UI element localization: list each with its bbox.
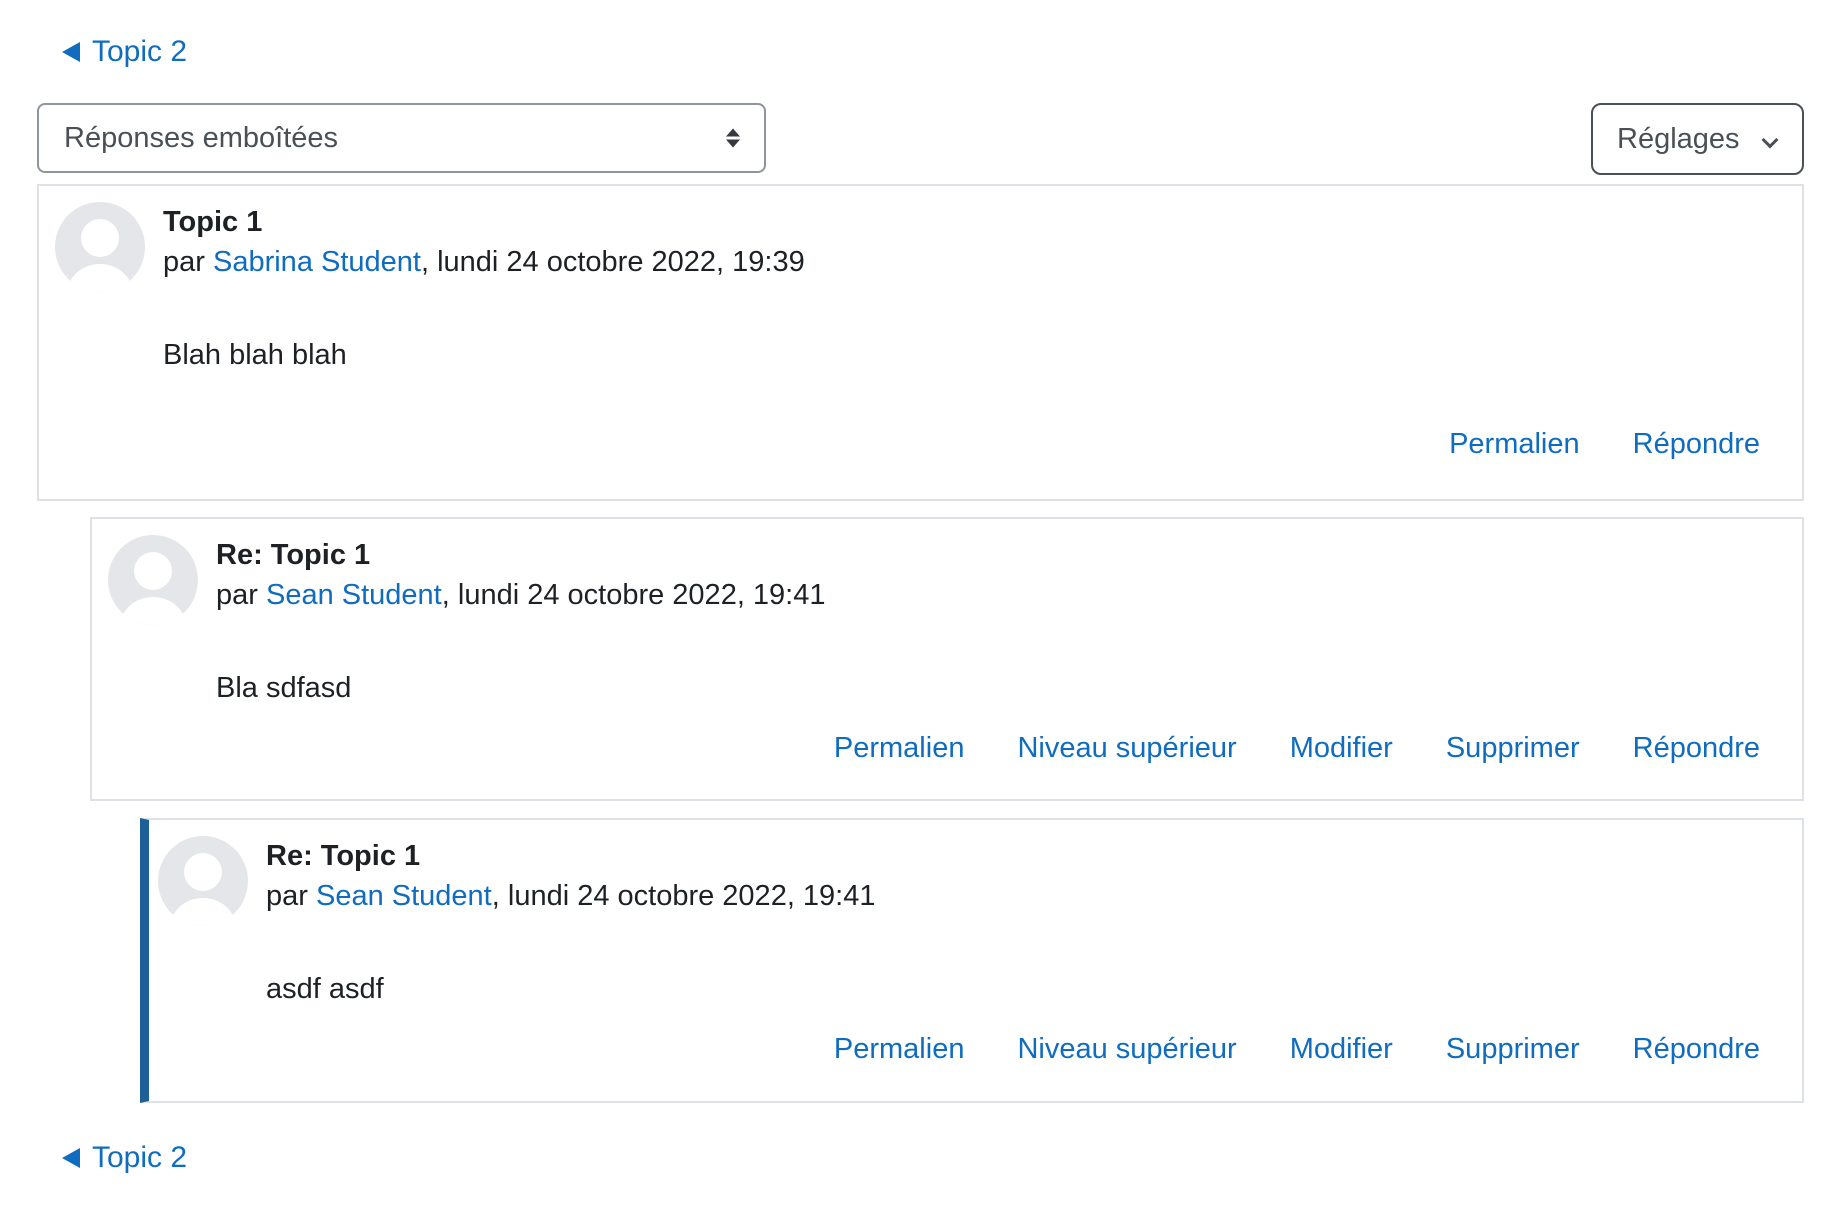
post-date: lundi 24 octobre 2022, 19:41 <box>507 880 876 912</box>
parent-link[interactable]: Niveau supérieur <box>1017 732 1236 765</box>
avatar[interactable] <box>158 836 248 926</box>
prev-discussion-label: Topic 2 <box>92 1141 188 1174</box>
forum-post: Re: Topic 1 par Sean Student, lundi 24 o… <box>90 517 1804 801</box>
triangle-left-icon <box>62 1148 80 1168</box>
display-mode-select[interactable]: Réponses emboîtées <box>37 103 766 173</box>
prev-discussion-label: Topic 2 <box>92 35 188 68</box>
select-arrows-icon <box>726 128 740 148</box>
byline-separator: , <box>491 880 508 912</box>
reply-link[interactable]: Répondre <box>1633 1033 1760 1066</box>
post-date: lundi 24 octobre 2022, 19:41 <box>457 579 826 611</box>
author-link[interactable]: Sean Student <box>316 880 492 912</box>
author-link[interactable]: Sean Student <box>266 579 442 611</box>
forum-post-highlighted: Re: Topic 1 par Sean Student, lundi 24 o… <box>140 818 1804 1103</box>
post-subject: Topic 1 <box>163 206 263 238</box>
byline-prefix: par <box>216 579 266 611</box>
post-actions: Permalien Niveau supérieur Modifier Supp… <box>834 1033 1760 1066</box>
avatar[interactable] <box>108 535 198 625</box>
forum-post: Topic 1 par Sabrina Student, lundi 24 oc… <box>37 184 1804 501</box>
prev-discussion-link-bottom[interactable]: Topic 2 <box>62 1140 187 1176</box>
parent-link[interactable]: Niveau supérieur <box>1017 1033 1236 1066</box>
post-message: Bla sdfasd <box>216 672 352 704</box>
byline-separator: , <box>420 246 438 278</box>
display-mode-value: Réponses emboîtées <box>64 121 339 154</box>
prev-discussion-link-top[interactable]: Topic 2 <box>62 34 187 70</box>
permalink-link[interactable]: Permalien <box>834 732 965 765</box>
post-date: lundi 24 octobre 2022, 19:39 <box>437 246 805 278</box>
post-byline: par Sabrina Student, lundi 24 octobre 20… <box>163 246 805 279</box>
author-link[interactable]: Sabrina Student <box>213 246 421 278</box>
post-message: Blah blah blah <box>163 339 347 371</box>
post-subject: Re: Topic 1 <box>216 539 371 571</box>
chevron-down-icon <box>1761 131 1779 149</box>
edit-link[interactable]: Modifier <box>1290 732 1393 765</box>
triangle-left-icon <box>62 42 80 62</box>
byline-prefix: par <box>266 880 316 912</box>
reply-link[interactable]: Répondre <box>1633 732 1760 765</box>
byline-separator: , <box>441 579 458 611</box>
avatar[interactable] <box>55 202 145 292</box>
post-message: asdf asdf <box>266 973 384 1005</box>
reply-link[interactable]: Répondre <box>1633 428 1760 461</box>
post-actions: Permalien Répondre <box>1449 428 1760 461</box>
post-byline: par Sean Student, lundi 24 octobre 2022,… <box>266 880 876 913</box>
settings-label: Réglages <box>1617 122 1740 155</box>
delete-link[interactable]: Supprimer <box>1446 1033 1580 1066</box>
settings-dropdown-button[interactable]: Réglages <box>1591 103 1804 175</box>
post-subject: Re: Topic 1 <box>266 840 421 872</box>
post-byline: par Sean Student, lundi 24 octobre 2022,… <box>216 579 826 612</box>
post-actions: Permalien Niveau supérieur Modifier Supp… <box>834 732 1760 765</box>
edit-link[interactable]: Modifier <box>1290 1033 1393 1066</box>
permalink-link[interactable]: Permalien <box>1449 428 1580 461</box>
delete-link[interactable]: Supprimer <box>1446 732 1580 765</box>
byline-prefix: par <box>163 246 213 278</box>
permalink-link[interactable]: Permalien <box>834 1033 965 1066</box>
